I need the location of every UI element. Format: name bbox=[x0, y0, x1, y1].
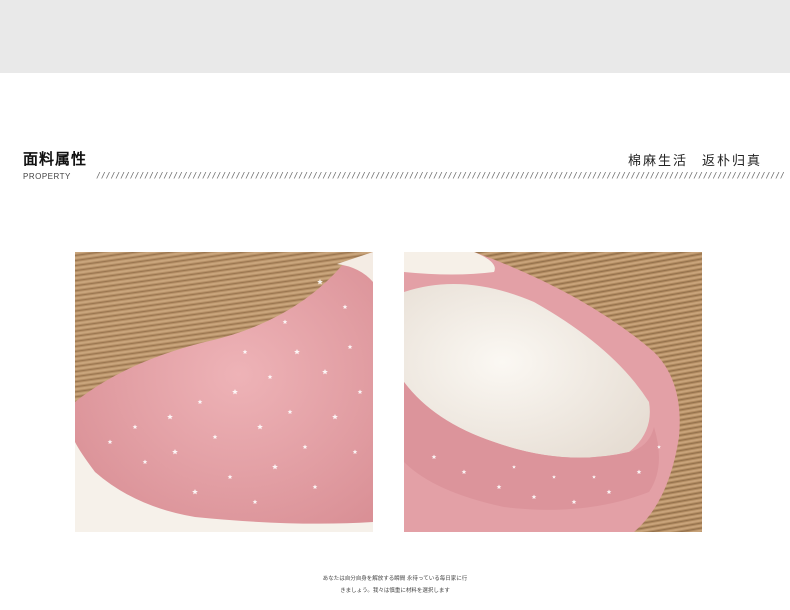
section-title: 面料属性 bbox=[23, 150, 88, 168]
slogan-left: 棉麻生活 bbox=[627, 154, 688, 169]
caption-line-1: あなたは自分自身を解放する瞬間 永待っている毎日家に行 bbox=[322, 576, 468, 582]
decorative-divider: ////////////////////////////////////////… bbox=[96, 171, 784, 180]
slipper-toe-image bbox=[75, 252, 373, 532]
slipper-inner-photo bbox=[404, 252, 702, 532]
slipper-toe-photo bbox=[75, 252, 373, 532]
section-subtitle: PROPERTY bbox=[23, 172, 71, 181]
slogan-right: 返朴归真 bbox=[701, 154, 762, 169]
slogan: 棉麻生活 返朴归真 bbox=[614, 150, 762, 169]
caption-line-2: きましょう。我々は慎重に材料を選択します bbox=[340, 588, 450, 594]
slipper-inner-image bbox=[404, 252, 702, 532]
top-banner bbox=[0, 0, 790, 73]
